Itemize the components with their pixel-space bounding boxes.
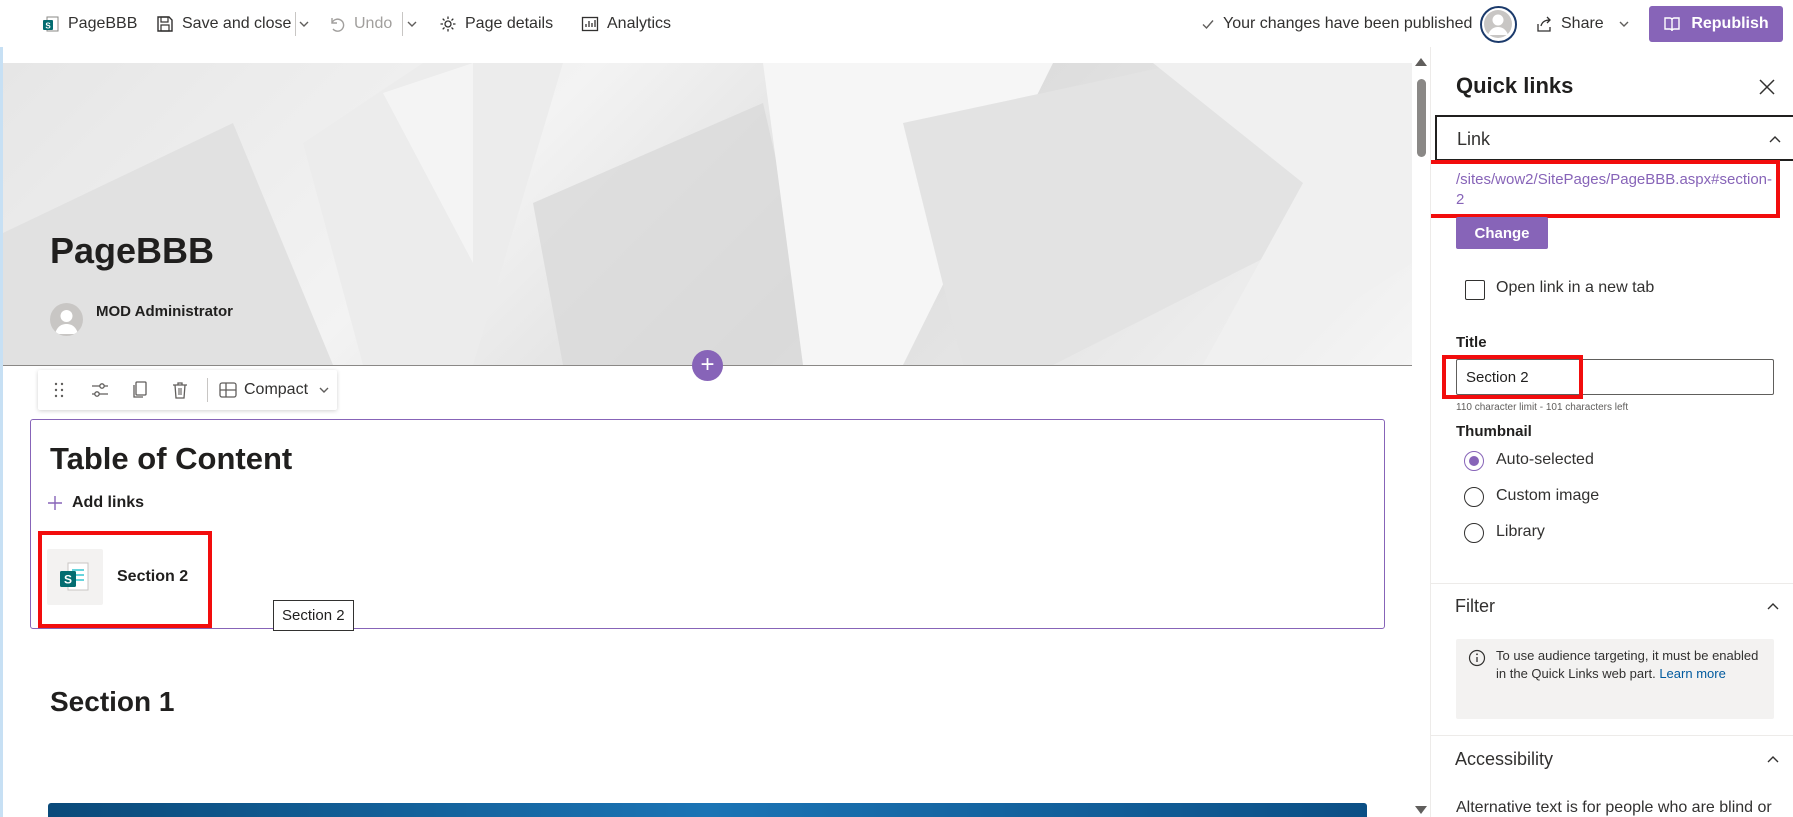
canvas-scrollbar[interactable]	[1412, 56, 1429, 817]
chevron-up-icon	[1769, 136, 1781, 143]
open-new-tab-label: Open link in a new tab	[1496, 279, 1655, 296]
undo-icon	[331, 18, 345, 32]
layout-label: Compact	[244, 381, 309, 398]
chevron-down-icon	[1619, 21, 1629, 27]
plus-icon: +	[700, 351, 715, 378]
accessibility-group-label: Accessibility	[1455, 749, 1554, 769]
highlight-box	[38, 531, 212, 628]
page-name-label: PageBBB	[68, 15, 138, 32]
share-button[interactable]: Share	[1535, 10, 1630, 38]
sharepoint-page-icon: S	[43, 16, 59, 32]
user-avatar[interactable]	[1480, 6, 1517, 43]
thumbnail-custom-label: Custom image	[1496, 487, 1600, 504]
thumbnail-custom-radio[interactable]	[1464, 487, 1484, 507]
delete-icon[interactable]	[170, 380, 190, 400]
filter-info-text: To use audience targeting, it must be en…	[1496, 647, 1761, 683]
thumbnail-library-label: Library	[1496, 523, 1545, 540]
property-pane: Quick links Link /sites/wow2/SitePages/P…	[1430, 47, 1793, 817]
section-heading: Section 1	[50, 686, 175, 717]
author-name: MOD Administrator	[96, 303, 233, 320]
republish-button[interactable]: Republish	[1649, 6, 1783, 42]
settings-sliders-icon[interactable]	[90, 380, 110, 400]
layout-dropdown[interactable]: Compact	[218, 376, 330, 404]
alt-text-description: Alternative text is for people who are b…	[1456, 799, 1772, 816]
character-limit-hint: 110 character limit - 101 characters lef…	[1456, 402, 1629, 413]
chevron-down-icon	[299, 21, 309, 27]
page-details-button[interactable]: Page details	[439, 10, 553, 38]
analytics-button[interactable]: Analytics	[581, 10, 671, 38]
person-icon	[55, 310, 78, 334]
layout-icon	[219, 382, 237, 398]
publish-status: Your changes have been published	[1201, 10, 1472, 38]
accessibility-group-header[interactable]: Accessibility	[1435, 737, 1793, 783]
check-icon	[1202, 20, 1214, 30]
webpart-title[interactable]: Table of Content	[50, 441, 292, 477]
chevron-up-icon	[1767, 603, 1779, 610]
gear-icon	[440, 16, 456, 32]
highlight-box	[1431, 160, 1780, 218]
share-label: Share	[1561, 15, 1604, 32]
page-name-button[interactable]: S PageBBB	[42, 10, 137, 38]
add-links-button[interactable]: Add links	[48, 494, 144, 512]
pane-title: Quick links	[1456, 73, 1574, 98]
highlight-box	[1442, 355, 1583, 399]
scrollbar-thumb[interactable]	[1417, 79, 1426, 157]
page-details-label: Page details	[465, 15, 554, 32]
link-group-header[interactable]: Link	[1435, 115, 1793, 161]
open-new-tab-checkbox[interactable]	[1465, 280, 1485, 300]
thumbnail-auto-label: Auto-selected	[1496, 451, 1594, 468]
info-icon	[1468, 649, 1486, 667]
webpart-toolbar: Compact	[38, 370, 337, 410]
duplicate-icon[interactable]	[130, 380, 150, 400]
author-avatar	[50, 303, 83, 336]
filter-group-label: Filter	[1455, 596, 1495, 616]
share-icon	[1537, 16, 1551, 32]
scroll-up-arrow[interactable]	[1415, 58, 1427, 66]
save-and-close-label: Save and close	[182, 15, 292, 32]
thumbnail-auto-radio[interactable]	[1464, 451, 1484, 471]
add-links-label: Add links	[72, 494, 145, 511]
filter-info-box: To use audience targeting, it must be en…	[1456, 639, 1774, 719]
link-group-label: Link	[1457, 129, 1491, 149]
close-icon[interactable]	[1757, 77, 1777, 97]
analytics-label: Analytics	[607, 15, 672, 32]
page-title[interactable]: PageBBB	[50, 230, 214, 272]
filter-group-header[interactable]: Filter	[1435, 584, 1793, 630]
command-bar: S PageBBB Save and close Undo Page detai…	[0, 0, 1793, 47]
analytics-icon	[581, 16, 599, 32]
drag-handle-icon[interactable]	[49, 380, 69, 400]
thumbnail-library-radio[interactable]	[1464, 523, 1484, 543]
chevron-up-icon	[1767, 756, 1779, 763]
chevron-down-icon	[319, 387, 329, 393]
learn-more-link[interactable]: Learn more	[1659, 666, 1725, 681]
change-link-button[interactable]: Change	[1456, 217, 1548, 249]
thumbnail-label: Thumbnail	[1456, 423, 1532, 440]
user-avatar-icon	[1484, 10, 1512, 38]
pane-divider	[1431, 735, 1793, 736]
save-options-dropdown[interactable]	[298, 10, 310, 38]
republish-label: Republish	[1691, 15, 1769, 32]
toolbar-separator	[207, 378, 208, 402]
undo-label: Undo	[354, 15, 393, 32]
plus-icon	[48, 496, 62, 510]
publish-status-text: Your changes have been published	[1223, 15, 1473, 32]
image-banner	[48, 803, 1367, 817]
svg-text:S: S	[45, 22, 51, 31]
chevron-down-icon	[407, 21, 417, 27]
undo-options-dropdown[interactable]	[406, 10, 418, 38]
save-icon	[157, 16, 173, 32]
add-section-button[interactable]: +	[692, 350, 723, 381]
republish-icon	[1664, 17, 1681, 32]
link-tooltip: Section 2	[273, 600, 354, 631]
scroll-down-arrow[interactable]	[1415, 806, 1427, 814]
title-field-label: Title	[1456, 334, 1487, 351]
undo-button[interactable]: Undo	[328, 10, 392, 38]
save-and-close-button[interactable]: Save and close	[156, 10, 291, 38]
